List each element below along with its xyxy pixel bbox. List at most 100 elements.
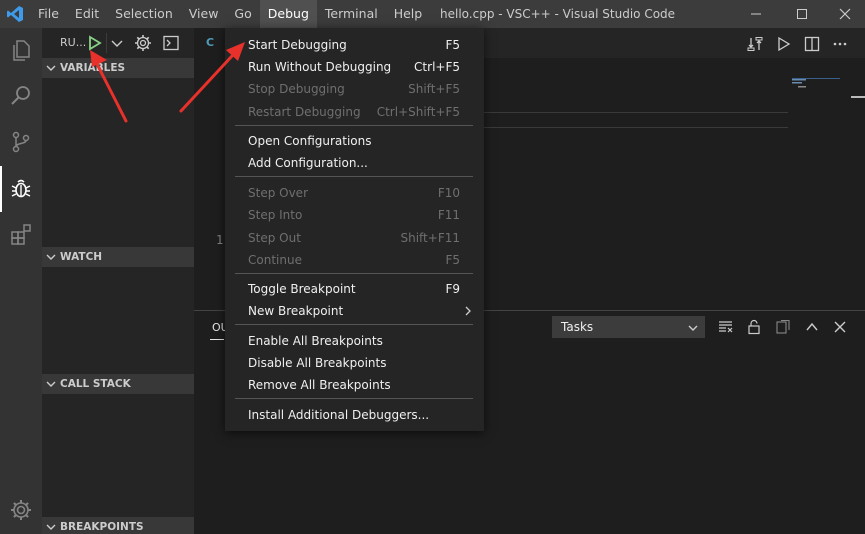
- menu-go[interactable]: Go: [226, 0, 259, 28]
- menu-terminal[interactable]: Terminal: [317, 0, 386, 28]
- manage-button[interactable]: [0, 488, 42, 534]
- menu-item-shortcut: Shift+F11: [400, 231, 460, 245]
- start-debugging-button[interactable]: [84, 33, 104, 53]
- menu-debug[interactable]: Debug: [259, 0, 317, 28]
- menu-item-label: Stop Debugging: [248, 82, 345, 96]
- lock-scroll-icon[interactable]: [746, 319, 762, 335]
- menu-item-label: New Breakpoint: [248, 304, 344, 318]
- line-number: 1: [216, 233, 224, 247]
- menu-item-start-debugging[interactable]: Start Debugging F5: [225, 34, 484, 56]
- variables-section-header[interactable]: VARIABLES: [42, 58, 194, 78]
- debug-configuration-label: RU...: [60, 36, 87, 49]
- chevron-down-icon: [111, 40, 123, 47]
- breakpoints-section-label: BREAKPOINTS: [60, 521, 144, 533]
- debug-console-button[interactable]: [162, 34, 180, 52]
- menu-item-label: Run Without Debugging: [248, 60, 392, 74]
- chevron-down-icon: [46, 65, 56, 71]
- menu-item-label: Toggle Breakpoint: [248, 282, 356, 296]
- bug-icon: [11, 179, 31, 198]
- menu-item-label: Step Over: [248, 186, 308, 200]
- close-panel-icon[interactable]: [832, 319, 848, 335]
- menu-item-disable-all-breakpoints[interactable]: Disable All Breakpoints: [225, 352, 484, 374]
- activity-bar: [0, 28, 42, 534]
- menu-item-step-into[interactable]: Step Into F11: [225, 204, 484, 226]
- minimap[interactable]: [792, 78, 840, 90]
- menu-item-add-configuration[interactable]: Add Configuration...: [225, 152, 484, 174]
- menu-item-new-breakpoint[interactable]: New Breakpoint: [225, 300, 484, 322]
- menu-separator: [235, 125, 473, 126]
- watch-section-label: WATCH: [60, 251, 103, 263]
- close-icon: [839, 8, 851, 20]
- open-log-file-icon[interactable]: [775, 319, 791, 335]
- close-window-button[interactable]: [825, 0, 865, 28]
- menu-separator: [235, 324, 473, 325]
- debug-button[interactable]: [0, 166, 42, 212]
- chevron-right-icon: [465, 306, 471, 316]
- menu-item-run-without-debugging[interactable]: Run Without Debugging Ctrl+F5: [225, 56, 484, 78]
- indent-guide: [484, 112, 788, 113]
- menu-item-step-out[interactable]: Step Out Shift+F11: [225, 227, 484, 249]
- more-actions-icon[interactable]: [832, 36, 848, 52]
- menu-item-shortcut: F9: [445, 282, 460, 296]
- gear-icon: [135, 35, 151, 51]
- call-stack-section-header[interactable]: CALL STACK: [42, 374, 194, 394]
- menu-item-label: Install Additional Debuggers...: [248, 408, 430, 422]
- menu-item-shortcut: Ctrl+F5: [414, 60, 460, 74]
- menu-item-remove-all-breakpoints[interactable]: Remove All Breakpoints: [225, 374, 484, 396]
- compare-changes-icon[interactable]: [747, 36, 763, 52]
- source-control-button[interactable]: [0, 120, 42, 166]
- menu-item-label: Step Into: [248, 208, 303, 222]
- vscode-logo-icon: [7, 6, 23, 22]
- debug-sidebar: RU... VARIABLES WATCH CALL STACK BREAKPO…: [42, 28, 194, 534]
- debug-toolbar: RU...: [42, 28, 194, 58]
- split-editor-icon[interactable]: [804, 36, 820, 52]
- menu-item-open-configurations[interactable]: Open Configurations: [225, 130, 484, 152]
- open-launch-json-button[interactable]: [134, 34, 152, 52]
- debug-menu-dropdown: Start Debugging F5 Run Without Debugging…: [225, 28, 484, 431]
- watch-section-header[interactable]: WATCH: [42, 247, 194, 267]
- menu-help[interactable]: Help: [386, 0, 431, 28]
- variables-section-label: VARIABLES: [60, 62, 126, 74]
- cpp-file-icon: C: [206, 36, 215, 49]
- menu-item-stop-debugging[interactable]: Stop Debugging Shift+F5: [225, 78, 484, 100]
- indent-guide: [484, 127, 788, 128]
- menu-item-continue[interactable]: Continue F5: [225, 249, 484, 271]
- menu-item-label: Start Debugging: [248, 38, 347, 52]
- menu-selection[interactable]: Selection: [107, 0, 181, 28]
- menu-item-install-additional-debuggers[interactable]: Install Additional Debuggers...: [225, 404, 484, 426]
- source-control-icon: [12, 131, 30, 153]
- extensions-button[interactable]: [0, 212, 42, 258]
- menu-item-label: Open Configurations: [248, 134, 372, 148]
- run-file-icon[interactable]: [775, 36, 791, 52]
- active-tab-indicator: [210, 339, 224, 340]
- output-channel-select[interactable]: Tasks: [552, 316, 705, 338]
- chevron-down-icon: [46, 381, 56, 387]
- menu-item-shortcut: F5: [445, 38, 460, 52]
- maximize-button[interactable]: [782, 0, 822, 28]
- play-icon: [89, 35, 102, 51]
- extensions-icon: [11, 224, 31, 245]
- chevron-down-icon: [688, 325, 698, 331]
- explorer-button[interactable]: [0, 28, 42, 74]
- minimize-icon: [751, 13, 761, 15]
- menu-item-toggle-breakpoint[interactable]: Toggle Breakpoint F9: [225, 278, 484, 300]
- menu-item-enable-all-breakpoints[interactable]: Enable All Breakpoints: [225, 330, 484, 352]
- menu-item-shortcut: F5: [445, 253, 460, 267]
- search-icon: [11, 86, 30, 105]
- minimize-button[interactable]: [736, 0, 776, 28]
- maximize-panel-icon[interactable]: [804, 319, 820, 335]
- menu-file[interactable]: File: [30, 0, 67, 28]
- scrollbar-thumb[interactable]: [851, 96, 865, 98]
- search-button[interactable]: [0, 74, 42, 120]
- menu-item-label: Enable All Breakpoints: [248, 334, 383, 348]
- menu-view[interactable]: View: [181, 0, 227, 28]
- menu-item-restart-debugging[interactable]: Restart Debugging Ctrl+Shift+F5: [225, 101, 484, 123]
- menu-item-step-over[interactable]: Step Over F10: [225, 182, 484, 204]
- menu-item-label: Remove All Breakpoints: [248, 378, 391, 392]
- breakpoints-section-header[interactable]: BREAKPOINTS: [42, 517, 194, 534]
- debug-configuration-select[interactable]: [106, 33, 126, 53]
- menu-edit[interactable]: Edit: [67, 0, 107, 28]
- call-stack-section-label: CALL STACK: [60, 378, 131, 390]
- clear-output-icon[interactable]: [718, 319, 734, 335]
- terminal-icon: [163, 35, 179, 51]
